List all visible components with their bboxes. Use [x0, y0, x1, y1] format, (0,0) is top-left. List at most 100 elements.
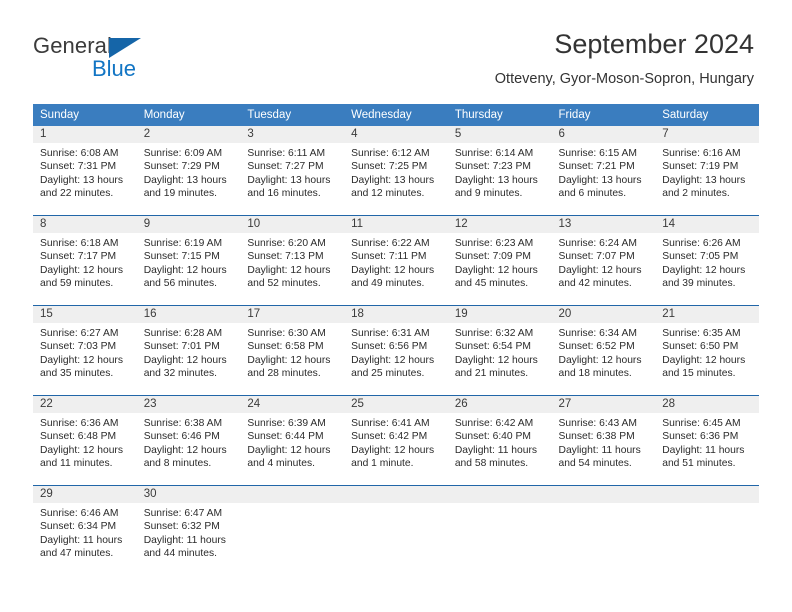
- day-number: 29: [33, 486, 137, 503]
- calendar-day-cell[interactable]: 25 Sunrise: 6:41 AM Sunset: 6:42 PM Dayligh…: [344, 395, 448, 486]
- daylight-text-line1: Daylight: 11 hours: [558, 444, 641, 456]
- calendar-day-cell[interactable]: 22 Sunrise: 6:36 AM Sunset: 6:48 PM Dayligh…: [33, 395, 137, 486]
- sunset-text: Sunset: 7:21 PM: [558, 161, 635, 173]
- day-number: 2: [136, 126, 241, 143]
- day-number: 25: [344, 396, 448, 413]
- calendar-day-cell[interactable]: 12 Sunrise: 6:23 AM Sunset: 7:09 PM Dayligh…: [447, 215, 552, 306]
- daylight-text-line1: Daylight: 13 hours: [558, 174, 642, 186]
- weekday-header-thursday: Thursday: [447, 104, 552, 126]
- calendar-day-cell[interactable]: 10 Sunrise: 6:20 AM Sunset: 7:13 PM Dayligh…: [240, 215, 345, 306]
- sunrise-text: Sunrise: 6:31 AM: [351, 328, 430, 339]
- day-details: Sunrise: 6:32 AM Sunset: 6:54 PM Daylight:…: [448, 323, 552, 381]
- day-number: [344, 486, 448, 503]
- calendar-week-row: 15 Sunrise: 6:27 AM Sunset: 7:03 PM Dayligh…: [33, 305, 759, 396]
- daylight-text-line2: and 49 minutes.: [351, 278, 425, 290]
- sunrise-text: Sunrise: 6:11 AM: [247, 148, 326, 159]
- sunrise-text: Sunrise: 6:34 AM: [558, 328, 637, 339]
- sunset-text: Sunset: 7:31 PM: [40, 161, 117, 173]
- calendar-day-cell[interactable]: 28 Sunrise: 6:45 AM Sunset: 6:36 PM Dayligh…: [655, 395, 759, 486]
- calendar-header-row: Sunday Monday Tuesday Wednesday Thursday…: [33, 104, 759, 126]
- calendar-day-cell[interactable]: 5 Sunrise: 6:14 AM Sunset: 7:23 PM Daylight…: [447, 126, 552, 216]
- sunrise-text: Sunrise: 6:08 AM: [40, 148, 119, 159]
- sunrise-text: Sunrise: 6:12 AM: [351, 148, 430, 159]
- day-number: 1: [33, 126, 137, 143]
- calendar-day-cell[interactable]: 29 Sunrise: 6:46 AM Sunset: 6:34 PM Dayligh…: [33, 485, 137, 575]
- calendar-day-cell[interactable]: 16 Sunrise: 6:28 AM Sunset: 7:01 PM Dayligh…: [136, 305, 241, 396]
- sunset-text: Sunset: 7:23 PM: [454, 161, 531, 173]
- page-title: September 2024: [554, 29, 754, 59]
- calendar-day-cell[interactable]: 30 Sunrise: 6:47 AM Sunset: 6:32 PM Dayligh…: [136, 485, 241, 575]
- sunset-text: Sunset: 6:46 PM: [143, 431, 220, 443]
- sunrise-text: Sunrise: 6:14 AM: [454, 148, 534, 159]
- daylight-text-line2: and 45 minutes.: [454, 278, 529, 290]
- day-details: Sunrise: 6:30 AM Sunset: 6:58 PM Daylight:…: [240, 323, 344, 381]
- calendar-day-cell[interactable]: 14 Sunrise: 6:26 AM Sunset: 7:05 PM Dayligh…: [655, 215, 759, 306]
- calendar-page: General Blue September 2024 Otteveny, Gy…: [0, 0, 792, 612]
- calendar-day-cell[interactable]: 20 Sunrise: 6:34 AM Sunset: 6:52 PM Dayligh…: [551, 305, 656, 396]
- daylight-text-line2: and 8 minutes.: [143, 458, 212, 470]
- calendar-day-cell[interactable]: 8 Sunrise: 6:18 AM Sunset: 7:17 PM Daylight…: [33, 215, 137, 306]
- calendar-day-cell[interactable]: 18 Sunrise: 6:31 AM Sunset: 6:56 PM Dayligh…: [344, 305, 448, 396]
- calendar-day-cell[interactable]: 26 Sunrise: 6:42 AM Sunset: 6:40 PM Dayligh…: [447, 395, 552, 486]
- calendar-day-cell[interactable]: 27 Sunrise: 6:43 AM Sunset: 6:38 PM Dayligh…: [551, 395, 656, 486]
- sunrise-text: Sunrise: 6:43 AM: [558, 418, 637, 429]
- calendar-day-cell[interactable]: 13 Sunrise: 6:24 AM Sunset: 7:07 PM Dayligh…: [551, 215, 656, 306]
- calendar-day-cell[interactable]: 21 Sunrise: 6:35 AM Sunset: 6:50 PM Dayligh…: [655, 305, 759, 396]
- day-details: Sunrise: 6:27 AM Sunset: 7:03 PM Daylight:…: [33, 323, 137, 381]
- calendar-day-cell[interactable]: 2 Sunrise: 6:09 AM Sunset: 7:29 PM Daylight…: [136, 126, 241, 216]
- day-details: Sunrise: 6:42 AM Sunset: 6:40 PM Daylight:…: [448, 413, 552, 471]
- sunrise-text: Sunrise: 6:46 AM: [40, 508, 119, 519]
- calendar-day-cell[interactable]: 6 Sunrise: 6:15 AM Sunset: 7:21 PM Daylight…: [551, 126, 656, 216]
- calendar-day-cell[interactable]: 9 Sunrise: 6:19 AM Sunset: 7:15 PM Daylight…: [136, 215, 241, 306]
- day-details: Sunrise: 6:14 AM Sunset: 7:23 PM Daylight:…: [448, 143, 552, 201]
- calendar-day-cell[interactable]: 17 Sunrise: 6:30 AM Sunset: 6:58 PM Dayligh…: [240, 305, 345, 396]
- calendar-day-cell[interactable]: 19 Sunrise: 6:32 AM Sunset: 6:54 PM Dayligh…: [447, 305, 552, 396]
- calendar-day-cell[interactable]: 1 Sunrise: 6:08 AM Sunset: 7:31 PM Daylight…: [33, 126, 137, 216]
- sunset-text: Sunset: 6:50 PM: [662, 341, 739, 353]
- sunset-text: Sunset: 7:09 PM: [454, 251, 531, 263]
- day-number: [240, 486, 345, 503]
- sunset-text: Sunset: 7:17 PM: [40, 251, 117, 263]
- day-number: 17: [240, 306, 345, 323]
- daylight-text-line2: and 32 minutes.: [143, 368, 217, 380]
- sunrise-text: Sunrise: 6:30 AM: [247, 328, 326, 339]
- weekday-header-saturday: Saturday: [655, 104, 759, 126]
- calendar-day-cell[interactable]: 23 Sunrise: 6:38 AM Sunset: 6:46 PM Dayligh…: [136, 395, 241, 486]
- calendar-week-row: 8 Sunrise: 6:18 AM Sunset: 7:17 PM Daylight…: [33, 215, 759, 306]
- sunrise-text: Sunrise: 6:19 AM: [143, 238, 223, 249]
- sunrise-text: Sunrise: 6:18 AM: [40, 238, 119, 249]
- daylight-text-line1: Daylight: 13 hours: [40, 174, 123, 186]
- day-details: Sunrise: 6:23 AM Sunset: 7:09 PM Daylight:…: [448, 233, 552, 291]
- sunset-text: Sunset: 6:48 PM: [40, 431, 117, 443]
- calendar-day-cell-empty: [344, 485, 448, 575]
- daylight-text-line2: and 2 minutes.: [662, 188, 730, 200]
- daylight-text-line1: Daylight: 12 hours: [247, 354, 331, 366]
- day-details: Sunrise: 6:34 AM Sunset: 6:52 PM Daylight:…: [552, 323, 656, 381]
- calendar-day-cell[interactable]: 3 Sunrise: 6:11 AM Sunset: 7:27 PM Daylight…: [240, 126, 345, 216]
- calendar-day-cell[interactable]: 4 Sunrise: 6:12 AM Sunset: 7:25 PM Daylight…: [344, 126, 448, 216]
- day-number: [551, 486, 656, 503]
- daylight-text-line1: Daylight: 13 hours: [351, 174, 435, 186]
- calendar-day-cell[interactable]: 11 Sunrise: 6:22 AM Sunset: 7:11 PM Dayligh…: [344, 215, 448, 306]
- sunrise-text: Sunrise: 6:45 AM: [662, 418, 741, 429]
- sunset-text: Sunset: 7:01 PM: [143, 341, 220, 353]
- daylight-text-line1: Daylight: 12 hours: [247, 264, 331, 276]
- day-number: 19: [447, 306, 552, 323]
- day-details: Sunrise: 6:39 AM Sunset: 6:44 PM Daylight:…: [240, 413, 344, 471]
- sunrise-text: Sunrise: 6:41 AM: [351, 418, 430, 429]
- daylight-text-line1: Daylight: 11 hours: [454, 444, 538, 456]
- sunrise-text: Sunrise: 6:27 AM: [40, 328, 119, 339]
- sunrise-text: Sunrise: 6:24 AM: [558, 238, 637, 249]
- calendar-day-cell[interactable]: 7 Sunrise: 6:16 AM Sunset: 7:19 PM Daylight…: [655, 126, 759, 216]
- general-blue-logo[interactable]: General Blue: [33, 33, 213, 85]
- daylight-text-line2: and 19 minutes.: [143, 188, 217, 200]
- sunset-text: Sunset: 7:03 PM: [40, 341, 117, 353]
- day-number: 12: [447, 216, 552, 233]
- calendar-day-cell[interactable]: 15 Sunrise: 6:27 AM Sunset: 7:03 PM Dayligh…: [33, 305, 137, 396]
- day-number: 11: [344, 216, 448, 233]
- sunset-text: Sunset: 6:54 PM: [454, 341, 531, 353]
- weekday-header-sunday: Sunday: [33, 104, 137, 126]
- calendar-day-cell[interactable]: 24 Sunrise: 6:39 AM Sunset: 6:44 PM Dayligh…: [240, 395, 345, 486]
- day-details: Sunrise: 6:22 AM Sunset: 7:11 PM Daylight:…: [344, 233, 448, 291]
- sunrise-text: Sunrise: 6:16 AM: [662, 148, 741, 159]
